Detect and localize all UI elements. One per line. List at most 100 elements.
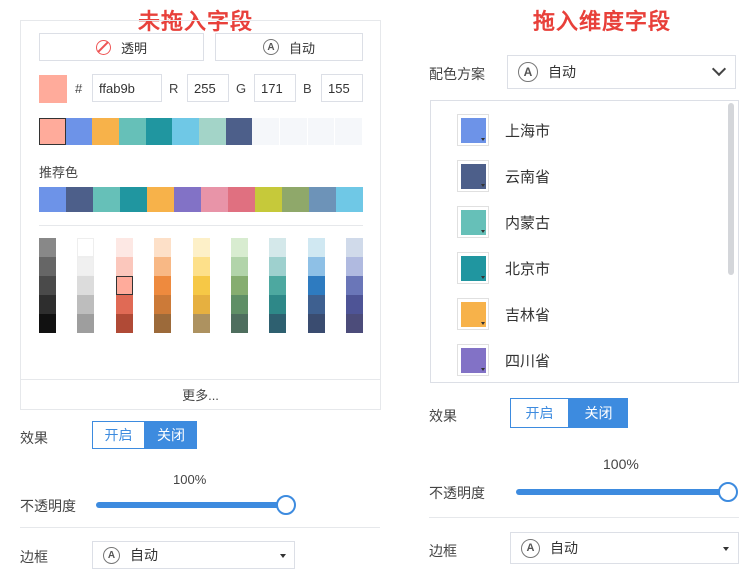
palette-swatch[interactable]: [231, 295, 248, 314]
palette-swatch[interactable]: [154, 276, 172, 295]
recent-color-swatch[interactable]: [39, 118, 66, 145]
recent-color-swatch[interactable]: [172, 118, 200, 145]
recent-color-swatch[interactable]: [199, 118, 226, 145]
palette-swatch[interactable]: [39, 295, 56, 314]
palette-swatch[interactable]: [39, 314, 56, 333]
palette-swatch[interactable]: [115, 238, 133, 257]
recent-color-swatch[interactable]: [92, 118, 120, 145]
border-select[interactable]: A 自动: [92, 541, 295, 569]
dimension-color-swatch[interactable]: [457, 252, 489, 284]
palette-swatch[interactable]: [231, 276, 248, 295]
palette-swatch[interactable]: [346, 238, 364, 257]
list-item[interactable]: 北京市: [457, 252, 550, 284]
palette-swatch[interactable]: [77, 276, 95, 295]
recommended-color-swatch[interactable]: [120, 187, 147, 212]
palette-swatch[interactable]: [231, 314, 248, 333]
recommended-color-swatch[interactable]: [336, 187, 363, 212]
opacity-slider-handle[interactable]: [276, 495, 296, 515]
recommended-color-swatch[interactable]: [309, 187, 336, 212]
palette-swatch[interactable]: [231, 238, 248, 257]
recommended-color-swatch[interactable]: [282, 187, 309, 212]
list-item[interactable]: 四川省: [457, 344, 550, 376]
recommended-color-swatch[interactable]: [147, 187, 174, 212]
effect-on-button[interactable]: 开启: [92, 421, 145, 449]
palette-swatch[interactable]: [77, 314, 95, 333]
recommended-color-swatch[interactable]: [39, 187, 66, 212]
list-scrollbar[interactable]: [728, 103, 734, 275]
palette-swatch[interactable]: [346, 276, 364, 295]
list-item[interactable]: 内蒙古: [457, 206, 550, 238]
opacity-slider-handle-right[interactable]: [718, 482, 738, 502]
recent-color-swatch[interactable]: [145, 118, 173, 145]
g-input[interactable]: 171: [254, 74, 296, 102]
more-colors-button[interactable]: 更多...: [21, 379, 380, 409]
palette-swatch[interactable]: [269, 257, 287, 276]
recent-color-swatch[interactable]: [307, 118, 336, 145]
recent-color-swatch[interactable]: [225, 118, 253, 145]
effect-off-button[interactable]: 关闭: [145, 421, 197, 449]
palette-swatch[interactable]: [115, 295, 133, 314]
effect-off-button-right[interactable]: 关闭: [569, 398, 628, 428]
palette-swatch[interactable]: [307, 238, 325, 257]
palette-swatch[interactable]: [115, 257, 133, 276]
recent-color-swatch[interactable]: [280, 118, 308, 145]
border-select-right[interactable]: A 自动: [510, 532, 739, 564]
palette-swatch[interactable]: [269, 314, 287, 333]
palette-swatch[interactable]: [154, 257, 172, 276]
recent-color-swatch[interactable]: [65, 118, 93, 145]
palette-swatch[interactable]: [192, 238, 210, 257]
list-item[interactable]: 上海市: [457, 114, 550, 146]
recommended-color-swatch[interactable]: [174, 187, 201, 212]
palette-swatch[interactable]: [154, 314, 172, 333]
opacity-slider-right[interactable]: [516, 489, 728, 495]
palette-swatch[interactable]: [346, 314, 364, 333]
recommended-color-swatch[interactable]: [93, 187, 120, 212]
palette-swatch[interactable]: [154, 295, 172, 314]
dimension-color-swatch[interactable]: [457, 206, 489, 238]
palette-swatch[interactable]: [77, 238, 95, 257]
palette-swatch[interactable]: [115, 314, 133, 333]
palette-swatch[interactable]: [231, 257, 248, 276]
dimension-color-swatch[interactable]: [457, 344, 489, 376]
palette-swatch[interactable]: [269, 238, 287, 257]
recommended-color-swatch[interactable]: [228, 187, 255, 212]
recent-color-swatch[interactable]: [252, 118, 281, 145]
list-item[interactable]: 吉林省: [457, 298, 550, 330]
hex-input[interactable]: ffab9b: [92, 74, 162, 102]
palette-swatch[interactable]: [192, 276, 210, 295]
b-input[interactable]: 155: [321, 74, 363, 102]
recommended-color-swatch[interactable]: [255, 187, 282, 212]
recent-color-swatch[interactable]: [335, 118, 364, 145]
transparent-button[interactable]: 透明: [39, 33, 204, 61]
r-input[interactable]: 255: [187, 74, 229, 102]
palette-swatch[interactable]: [307, 295, 325, 314]
dimension-color-swatch[interactable]: [457, 114, 489, 146]
recommended-color-swatch[interactable]: [201, 187, 228, 212]
palette-swatch[interactable]: [307, 276, 325, 295]
palette-swatch[interactable]: [39, 276, 56, 295]
recent-color-swatch[interactable]: [119, 118, 146, 145]
palette-swatch[interactable]: [346, 295, 364, 314]
palette-swatch[interactable]: [269, 295, 287, 314]
palette-swatch[interactable]: [307, 257, 325, 276]
palette-swatch[interactable]: [77, 257, 95, 276]
palette-swatch[interactable]: [39, 257, 56, 276]
palette-swatch[interactable]: [307, 314, 325, 333]
effect-on-button-right[interactable]: 开启: [510, 398, 569, 428]
palette-swatch[interactable]: [77, 295, 95, 314]
color-scheme-select[interactable]: A 自动: [507, 55, 736, 89]
palette-swatch[interactable]: [269, 276, 287, 295]
dimension-color-swatch[interactable]: [457, 298, 489, 330]
dimension-color-swatch[interactable]: [457, 160, 489, 192]
palette-swatch[interactable]: [154, 238, 172, 257]
opacity-slider[interactable]: [96, 502, 286, 508]
palette-swatch[interactable]: [192, 257, 210, 276]
palette-swatch[interactable]: [192, 295, 210, 314]
palette-swatch[interactable]: [39, 238, 56, 257]
palette-swatch[interactable]: [346, 257, 364, 276]
auto-color-button[interactable]: A 自动: [215, 33, 363, 61]
palette-swatch[interactable]: [115, 276, 133, 295]
recommended-color-swatch[interactable]: [66, 187, 93, 212]
palette-swatch[interactable]: [192, 314, 210, 333]
list-item[interactable]: 云南省: [457, 160, 550, 192]
